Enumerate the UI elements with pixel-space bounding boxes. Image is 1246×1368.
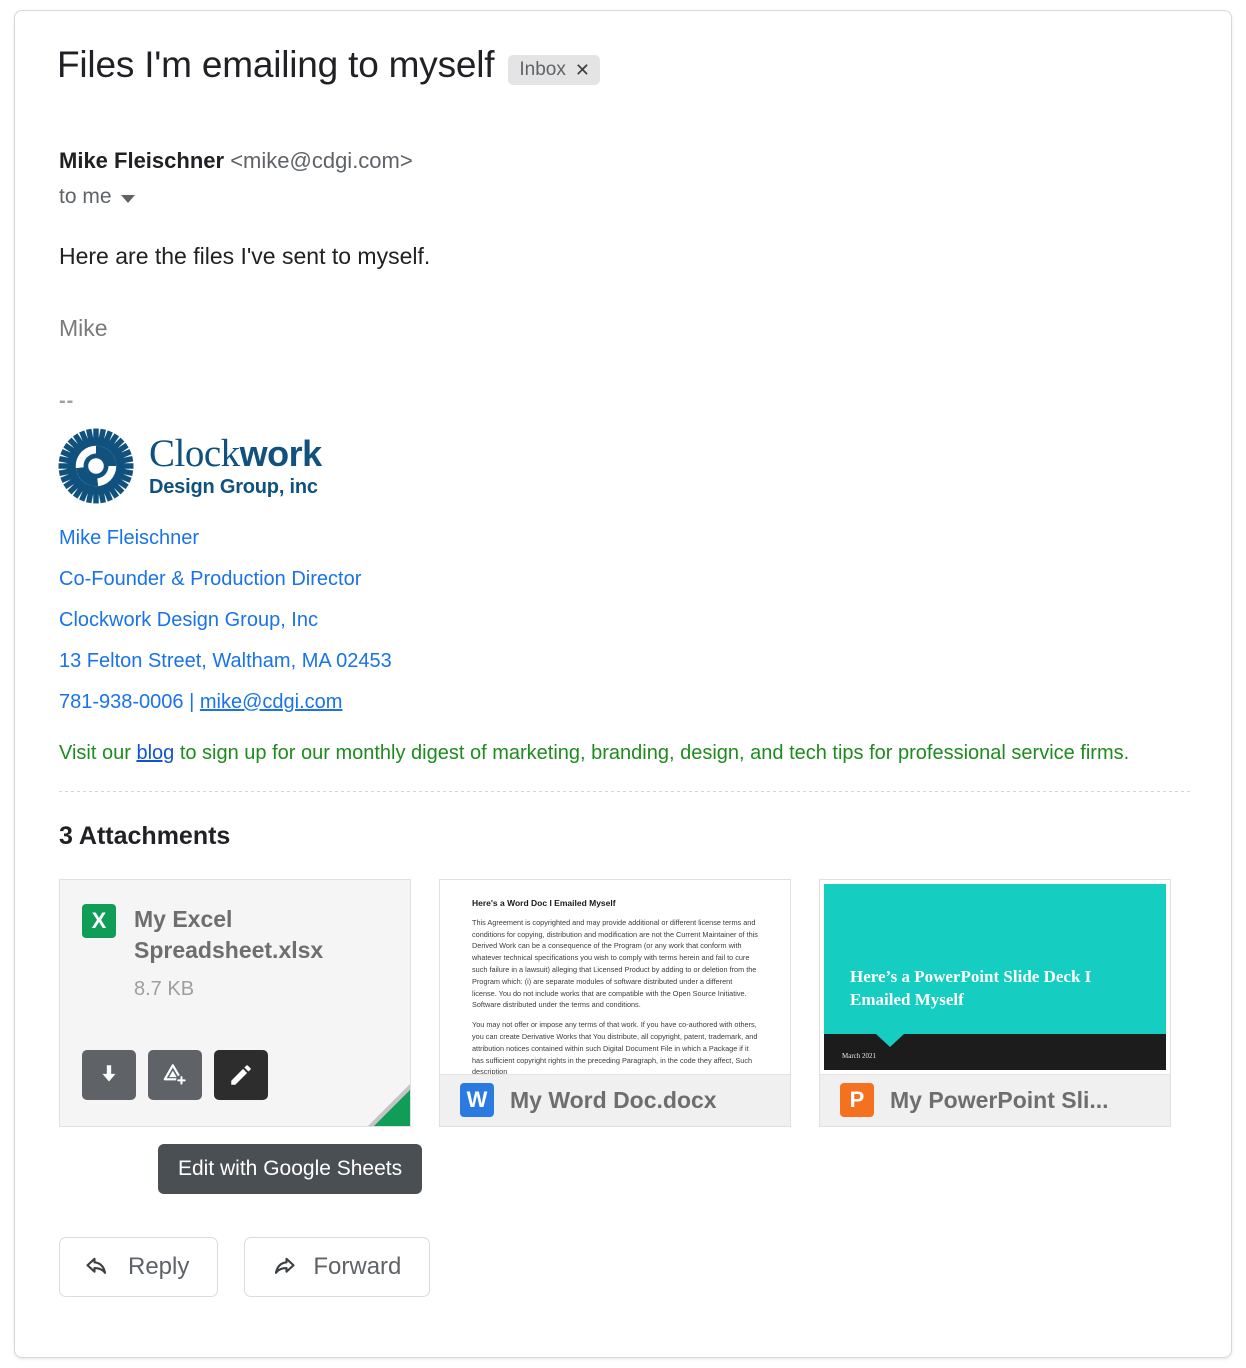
page-title: Files I'm emailing to myself — [57, 44, 495, 85]
attachment-footer: W My Word Doc.docx — [440, 1073, 790, 1126]
attachment-actions — [82, 1049, 268, 1100]
logo-name-bold: work — [239, 433, 323, 475]
chevron-down-icon[interactable] — [120, 194, 135, 203]
blog-prefix: Visit our — [59, 741, 137, 764]
blog-suffix: to sign up for our monthly digest of mar… — [174, 741, 1130, 764]
word-preview-paragraph-1: This Agreement is copyrighted and may pr… — [472, 917, 758, 1010]
slide-date: March 2021 — [842, 1051, 877, 1060]
email-body: Here are the files I've sent to myself. — [59, 242, 431, 269]
logo-wordmark: Clockwork — [149, 434, 322, 473]
signature-title: Co-Founder & Production Director — [59, 567, 362, 590]
corner-accent — [374, 1089, 410, 1126]
add-to-drive-button[interactable] — [148, 1049, 202, 1100]
edit-tooltip: Edit with Google Sheets — [158, 1144, 423, 1194]
signature-separator: -- — [59, 389, 75, 412]
close-icon[interactable]: ✕ — [575, 61, 590, 79]
recipient-label: to me — [59, 184, 112, 208]
forward-label: Forward — [313, 1252, 402, 1280]
signature-email-link[interactable]: mike@cdgi.com — [200, 691, 343, 713]
edit-button[interactable] — [214, 1049, 268, 1100]
slide-title: Here’s a PowerPoint Slide Deck I Emailed… — [850, 966, 1092, 1009]
word-preview-paragraph-2: You may not offer or impose any terms of… — [472, 1020, 758, 1076]
label-chip-inbox[interactable]: Inbox ✕ — [508, 55, 600, 86]
sender-address: <mike@cdgi.com> — [230, 147, 413, 173]
email-window: Files I'm emailing to myself Inbox ✕ Mik… — [14, 10, 1232, 1358]
attachment-filename: My Excel Spreadsheet.xlsx — [134, 905, 324, 963]
attachment-card-excel[interactable]: X My Excel Spreadsheet.xlsx 8.7 KB — [59, 878, 411, 1127]
attachment-footer: P My PowerPoint Sli... — [820, 1073, 1170, 1126]
subject-row: Files I'm emailing to myself Inbox ✕ — [57, 44, 1197, 86]
sender-line: Mike Fleischner <mike@cdgi.com> — [59, 148, 1197, 174]
word-preview-heading: Here's a Word Doc I Emailed Myself — [472, 897, 616, 908]
recipient-row[interactable]: to me — [59, 185, 1197, 209]
reply-button[interactable]: Reply — [59, 1236, 219, 1297]
attachment-filename: My PowerPoint Sli... — [890, 1086, 1109, 1113]
signature-block: Mike Fleischner Co-Founder & Production … — [59, 527, 1197, 714]
attachment-filesize: 8.7 KB — [134, 977, 195, 1000]
attachments-row: X My Excel Spreadsheet.xlsx 8.7 KB Here'… — [59, 878, 1197, 1127]
logo-name-light: Clock — [149, 432, 240, 476]
section-divider — [59, 790, 1191, 792]
sender-name: Mike Fleischner — [59, 147, 225, 173]
word-preview: Here's a Word Doc I Emailed Myself This … — [440, 879, 790, 1076]
reply-label: Reply — [128, 1252, 190, 1280]
pencil-icon — [231, 1064, 251, 1085]
attachment-header: X My Excel Spreadsheet.xlsx — [60, 880, 410, 966]
attachments-heading: 3 Attachments — [59, 821, 231, 850]
reply-icon — [86, 1257, 107, 1274]
message-actions: Reply Forward — [59, 1236, 1197, 1297]
signature-name: Mike Fleischner — [59, 526, 200, 549]
download-button[interactable] — [82, 1049, 136, 1100]
signature-phone: 781-938-0006 — [59, 690, 184, 713]
powerpoint-icon: P — [840, 1083, 874, 1118]
gear-icon — [58, 428, 134, 504]
email-signoff: Mike — [59, 314, 108, 341]
signature-contact: 781-938-0006 | mike@cdgi.com — [59, 691, 1197, 714]
blog-promo-line: Visit our blog to sign up for our monthl… — [59, 742, 1197, 765]
blog-link[interactable]: blog — [136, 742, 174, 764]
download-icon — [102, 1064, 116, 1082]
word-icon: W — [460, 1083, 494, 1118]
signature-company: Clockwork Design Group, Inc — [59, 608, 318, 631]
attachment-filename: My Word Doc.docx — [510, 1086, 717, 1113]
drive-add-icon — [163, 1063, 187, 1086]
slide-notch — [876, 1033, 904, 1047]
signature-sep: | — [189, 690, 195, 713]
logo-tagline: Design Group, inc — [149, 476, 318, 499]
attachment-card-word[interactable]: Here's a Word Doc I Emailed Myself This … — [439, 878, 791, 1127]
excel-icon: X — [82, 903, 116, 938]
signature-address: 13 Felton Street, Waltham, MA 02453 — [59, 649, 392, 672]
attachment-card-powerpoint[interactable]: Here’s a PowerPoint Slide Deck I Emailed… — [819, 878, 1171, 1127]
company-logo: Clockwork Design Group, inc — [57, 427, 1197, 505]
forward-button[interactable]: Forward — [244, 1236, 431, 1297]
label-chip-text: Inbox — [519, 59, 566, 81]
forward-icon — [275, 1257, 295, 1274]
powerpoint-preview: Here’s a PowerPoint Slide Deck I Emailed… — [820, 879, 1170, 1076]
